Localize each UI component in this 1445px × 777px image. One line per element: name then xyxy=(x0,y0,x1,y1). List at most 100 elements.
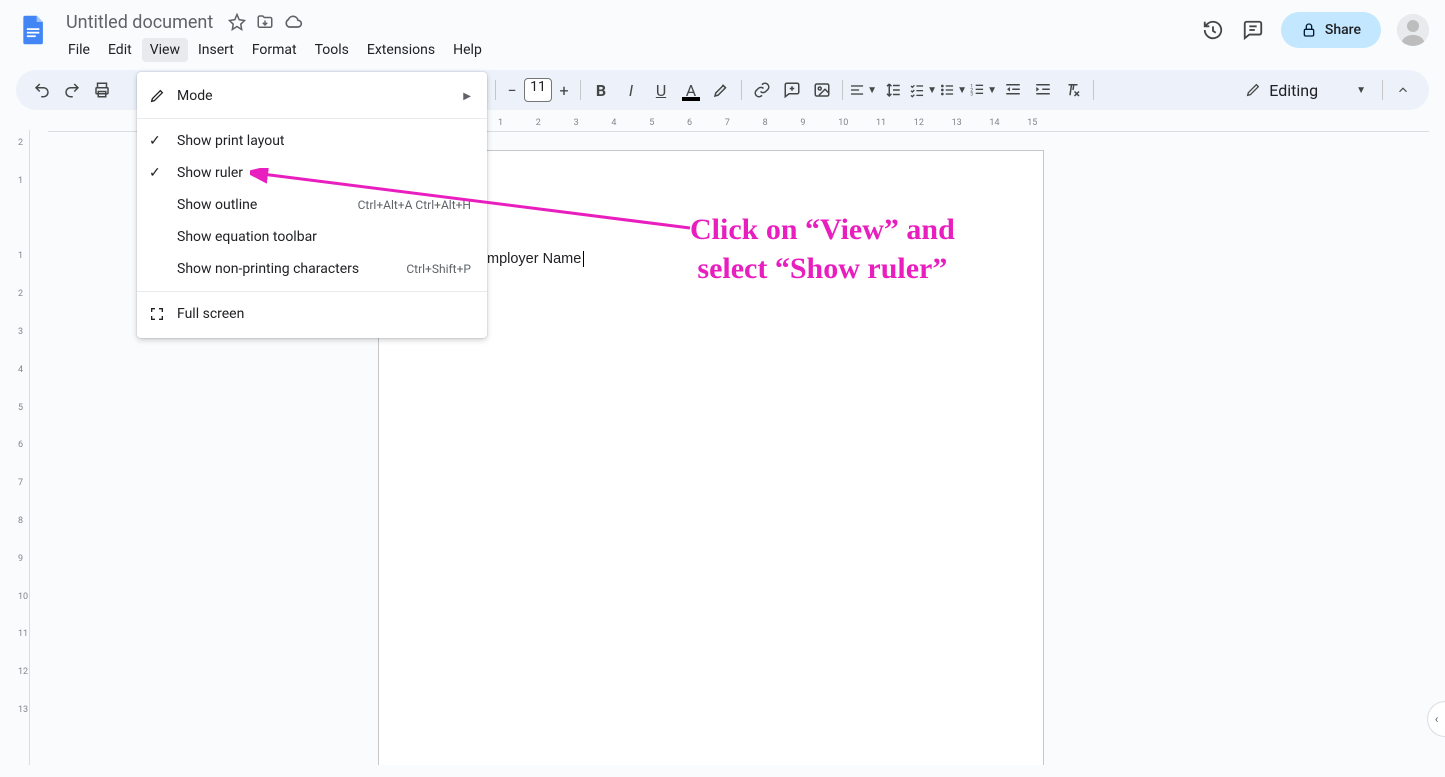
ruler-v-label: 9 xyxy=(18,554,23,564)
text-color-button[interactable]: A xyxy=(677,76,705,104)
decrease-indent-button[interactable] xyxy=(999,76,1027,104)
ruler-v-label: 1 xyxy=(18,251,23,261)
svg-text:3: 3 xyxy=(970,91,973,97)
menu-item-full-screen[interactable]: Full screen xyxy=(137,298,487,330)
ruler-v-label: 2 xyxy=(18,138,23,148)
menu-file[interactable]: File xyxy=(60,38,98,62)
show-side-panel-button[interactable]: ‹ xyxy=(1427,701,1445,737)
underline-button[interactable]: U xyxy=(647,76,675,104)
ruler-v-label: 5 xyxy=(18,403,23,413)
menu-item-show-nonprinting[interactable]: Show non-printing characters Ctrl+Shift+… xyxy=(137,253,487,285)
ruler-v-label: 11 xyxy=(18,629,28,639)
toolbar-separator xyxy=(495,80,496,100)
ruler-h-label: 11 xyxy=(876,118,886,128)
ruler-h-label: 12 xyxy=(914,118,924,128)
menu-bar: File Edit View Insert Format Tools Exten… xyxy=(60,38,1201,62)
star-icon[interactable] xyxy=(227,12,247,32)
document-title[interactable]: Untitled document xyxy=(60,10,219,35)
ruler-v-label: 10 xyxy=(18,592,28,602)
menu-insert[interactable]: Insert xyxy=(190,38,242,62)
ruler-h-label: 4 xyxy=(611,118,616,128)
docs-logo[interactable] xyxy=(16,12,52,48)
menu-divider xyxy=(137,291,487,292)
share-button[interactable]: Share xyxy=(1281,12,1381,48)
toolbar-separator xyxy=(580,80,581,100)
menu-item-show-equation-toolbar[interactable]: Show equation toolbar xyxy=(137,221,487,253)
menu-item-mode[interactable]: Mode ▶ xyxy=(137,80,487,112)
ruler-h-label: 15 xyxy=(1027,118,1037,128)
editing-mode-label: Editing xyxy=(1269,81,1318,100)
check-icon: ✓ xyxy=(149,133,177,149)
undo-button[interactable] xyxy=(28,76,56,104)
align-button[interactable]: ▼ xyxy=(849,76,877,104)
menu-item-show-print-layout[interactable]: ✓ Show print layout xyxy=(137,125,487,157)
ruler-v-label: 3 xyxy=(18,327,23,337)
insert-image-button[interactable] xyxy=(808,76,836,104)
hide-menus-button[interactable] xyxy=(1389,76,1417,104)
ruler-v-label: 13 xyxy=(18,705,28,715)
bold-button[interactable]: B xyxy=(587,76,615,104)
ruler-v-label: 8 xyxy=(18,516,23,526)
menu-extensions[interactable]: Extensions xyxy=(359,38,443,62)
ruler-h-label: 2 xyxy=(536,118,541,128)
insert-link-button[interactable] xyxy=(748,76,776,104)
editing-mode-button[interactable]: Editing ▼ xyxy=(1235,77,1376,104)
menu-help[interactable]: Help xyxy=(445,38,490,62)
vertical-ruler[interactable]: 2112345678910111213 xyxy=(16,130,30,765)
menu-view[interactable]: View xyxy=(142,38,188,62)
italic-button[interactable]: I xyxy=(617,76,645,104)
ruler-v-label: 7 xyxy=(18,478,23,488)
text-cursor xyxy=(583,251,584,267)
avatar[interactable] xyxy=(1397,14,1429,46)
bulleted-list-button[interactable]: ▼ xyxy=(939,76,967,104)
annotation-text: Click on “View” and select “Show ruler” xyxy=(690,210,955,288)
menu-format[interactable]: Format xyxy=(244,38,305,62)
ruler-v-label: 2 xyxy=(18,289,23,299)
menu-edit[interactable]: Edit xyxy=(100,38,140,62)
ruler-h-label: 10 xyxy=(838,118,848,128)
menu-item-show-ruler[interactable]: ✓ Show ruler xyxy=(137,157,487,189)
toolbar-separator xyxy=(1093,80,1094,100)
add-comment-button[interactable] xyxy=(778,76,806,104)
ruler-h-label: 1 xyxy=(498,118,503,128)
share-label: Share xyxy=(1325,22,1361,38)
print-button[interactable] xyxy=(88,76,116,104)
history-icon[interactable] xyxy=(1201,18,1225,42)
ruler-v-label: 12 xyxy=(18,667,28,677)
highlight-color-button[interactable] xyxy=(707,76,735,104)
ruler-h-label: 8 xyxy=(763,118,768,128)
clear-formatting-button[interactable] xyxy=(1059,76,1087,104)
toolbar-separator xyxy=(741,80,742,100)
toolbar-separator xyxy=(1382,80,1383,100)
menu-item-show-outline[interactable]: Show outline Ctrl+Alt+A Ctrl+Alt+H xyxy=(137,189,487,221)
ruler-v-label: 1 xyxy=(18,176,23,186)
numbered-list-button[interactable]: 123▼ xyxy=(969,76,997,104)
line-spacing-button[interactable] xyxy=(879,76,907,104)
increase-font-size-button[interactable]: + xyxy=(554,76,574,104)
ruler-h-label: 6 xyxy=(687,118,692,128)
ruler-h-label: 7 xyxy=(725,118,730,128)
decrease-font-size-button[interactable]: − xyxy=(502,76,522,104)
move-icon[interactable] xyxy=(255,12,275,32)
increase-indent-button[interactable] xyxy=(1029,76,1057,104)
check-icon: ✓ xyxy=(149,165,177,181)
ruler-h-label: 14 xyxy=(989,118,999,128)
chevron-right-icon: ▶ xyxy=(463,91,471,102)
redo-button[interactable] xyxy=(58,76,86,104)
menu-divider xyxy=(137,118,487,119)
cloud-status-icon[interactable] xyxy=(283,12,303,32)
pencil-icon xyxy=(1245,82,1261,98)
ruler-h-label: 3 xyxy=(574,118,579,128)
font-size-input[interactable]: 11 xyxy=(524,78,552,102)
ruler-v-label: 6 xyxy=(18,440,23,450)
fullscreen-icon xyxy=(149,306,177,322)
checklist-button[interactable]: ▼ xyxy=(909,76,937,104)
menu-tools[interactable]: Tools xyxy=(307,38,357,62)
comments-icon[interactable] xyxy=(1241,18,1265,42)
ruler-v-label: 4 xyxy=(18,365,23,375)
ruler-h-label: 13 xyxy=(952,118,962,128)
document-text[interactable]: mployer Name xyxy=(487,251,584,267)
toolbar-separator xyxy=(842,80,843,100)
pencil-icon xyxy=(149,88,177,104)
view-dropdown-menu: Mode ▶ ✓ Show print layout ✓ Show ruler … xyxy=(137,72,487,338)
